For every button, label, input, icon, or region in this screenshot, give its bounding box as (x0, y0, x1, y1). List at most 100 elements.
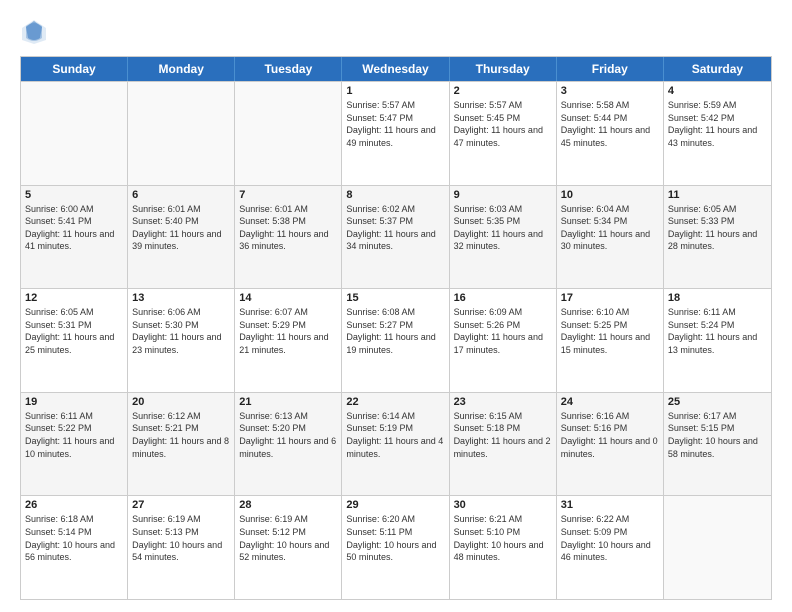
day-number: 22 (346, 396, 444, 408)
cal-cell-3-2: 21 Sunrise: 6:13 AM Sunset: 5:20 PM Dayli… (235, 393, 342, 496)
day-number: 11 (668, 189, 767, 201)
weekday-header-friday: Friday (557, 57, 664, 81)
cell-info: Sunrise: 6:07 AM Sunset: 5:29 PM Dayligh… (239, 306, 337, 356)
cal-cell-3-0: 19 Sunrise: 6:11 AM Sunset: 5:22 PM Dayli… (21, 393, 128, 496)
cal-cell-4-6 (664, 496, 771, 599)
cal-cell-1-4: 9Sunrise: 6:03 AM Sunset: 5:35 PM Daylig… (450, 186, 557, 289)
day-number: 8 (346, 189, 444, 201)
weekday-header-wednesday: Wednesday (342, 57, 449, 81)
day-number: 9 (454, 189, 552, 201)
day-number: 2 (454, 85, 552, 97)
cell-info: Sunrise: 6:00 AM Sunset: 5:41 PM Dayligh… (25, 203, 123, 253)
cal-cell-1-1: 6 Sunrise: 6:01 AM Sunset: 5:40 PM Daylig… (128, 186, 235, 289)
day-number: 12 (25, 292, 123, 304)
day-number: 27 (132, 499, 230, 511)
cell-info: Sunrise: 6:01 AM Sunset: 5:40 PM Dayligh… (132, 203, 230, 253)
calendar-header: SundayMondayTuesdayWednesdayThursdayFrid… (21, 57, 771, 81)
day-number: 23 (454, 396, 552, 408)
calendar-row-3: 19 Sunrise: 6:11 AM Sunset: 5:22 PM Dayli… (21, 392, 771, 496)
cell-info: Sunrise: 6:01 AM Sunset: 5:38 PM Dayligh… (239, 203, 337, 253)
cell-info: Sunrise: 5:58 AM Sunset: 5:44 PM Dayligh… (561, 99, 659, 149)
day-number: 14 (239, 292, 337, 304)
cell-info: Sunrise: 6:17 AM Sunset: 5:15 PM Dayligh… (668, 410, 767, 460)
header (20, 18, 772, 46)
cell-info: Sunrise: 6:08 AM Sunset: 5:27 PM Dayligh… (346, 306, 444, 356)
cell-info: Sunrise: 6:18 AM Sunset: 5:14 PM Dayligh… (25, 513, 123, 563)
cal-cell-1-0: 5Sunrise: 6:00 AM Sunset: 5:41 PM Daylig… (21, 186, 128, 289)
cal-cell-0-1 (128, 82, 235, 185)
day-number: 21 (239, 396, 337, 408)
cal-cell-4-3: 29 Sunrise: 6:20 AM Sunset: 5:11 PM Dayli… (342, 496, 449, 599)
calendar-row-1: 5Sunrise: 6:00 AM Sunset: 5:41 PM Daylig… (21, 185, 771, 289)
cell-info: Sunrise: 6:09 AM Sunset: 5:26 PM Dayligh… (454, 306, 552, 356)
cal-cell-1-5: 10Sunrise: 6:04 AM Sunset: 5:34 PM Dayli… (557, 186, 664, 289)
cell-info: Sunrise: 6:15 AM Sunset: 5:18 PM Dayligh… (454, 410, 552, 460)
cell-info: Sunrise: 6:12 AM Sunset: 5:21 PM Dayligh… (132, 410, 230, 460)
cell-info: Sunrise: 6:02 AM Sunset: 5:37 PM Dayligh… (346, 203, 444, 253)
day-number: 4 (668, 85, 767, 97)
day-number: 1 (346, 85, 444, 97)
cal-cell-2-4: 16 Sunrise: 6:09 AM Sunset: 5:26 PM Dayli… (450, 289, 557, 392)
day-number: 18 (668, 292, 767, 304)
cell-info: Sunrise: 6:11 AM Sunset: 5:24 PM Dayligh… (668, 306, 767, 356)
cal-cell-3-1: 20 Sunrise: 6:12 AM Sunset: 5:21 PM Dayli… (128, 393, 235, 496)
cell-info: Sunrise: 6:05 AM Sunset: 5:33 PM Dayligh… (668, 203, 767, 253)
cal-cell-2-6: 18 Sunrise: 6:11 AM Sunset: 5:24 PM Dayli… (664, 289, 771, 392)
weekday-header-thursday: Thursday (450, 57, 557, 81)
day-number: 28 (239, 499, 337, 511)
day-number: 31 (561, 499, 659, 511)
cal-cell-0-2 (235, 82, 342, 185)
cell-info: Sunrise: 6:22 AM Sunset: 5:09 PM Dayligh… (561, 513, 659, 563)
cal-cell-0-0 (21, 82, 128, 185)
cal-cell-3-3: 22Sunrise: 6:14 AM Sunset: 5:19 PM Dayli… (342, 393, 449, 496)
cell-info: Sunrise: 6:21 AM Sunset: 5:10 PM Dayligh… (454, 513, 552, 563)
day-number: 16 (454, 292, 552, 304)
cal-cell-1-6: 11 Sunrise: 6:05 AM Sunset: 5:33 PM Dayli… (664, 186, 771, 289)
logo-icon (20, 18, 48, 46)
cell-info: Sunrise: 6:13 AM Sunset: 5:20 PM Dayligh… (239, 410, 337, 460)
cal-cell-1-3: 8 Sunrise: 6:02 AM Sunset: 5:37 PM Daylig… (342, 186, 449, 289)
logo (20, 18, 52, 46)
cell-info: Sunrise: 5:59 AM Sunset: 5:42 PM Dayligh… (668, 99, 767, 149)
calendar-body: 1 Sunrise: 5:57 AM Sunset: 5:47 PM Daylig… (21, 81, 771, 599)
day-number: 3 (561, 85, 659, 97)
cal-cell-4-0: 26Sunrise: 6:18 AM Sunset: 5:14 PM Dayli… (21, 496, 128, 599)
cal-cell-4-4: 30 Sunrise: 6:21 AM Sunset: 5:10 PM Dayli… (450, 496, 557, 599)
cell-info: Sunrise: 6:06 AM Sunset: 5:30 PM Dayligh… (132, 306, 230, 356)
weekday-header-monday: Monday (128, 57, 235, 81)
cal-cell-3-6: 25Sunrise: 6:17 AM Sunset: 5:15 PM Dayli… (664, 393, 771, 496)
cal-cell-4-2: 28Sunrise: 6:19 AM Sunset: 5:12 PM Dayli… (235, 496, 342, 599)
cell-info: Sunrise: 6:05 AM Sunset: 5:31 PM Dayligh… (25, 306, 123, 356)
cal-cell-2-3: 15 Sunrise: 6:08 AM Sunset: 5:27 PM Dayli… (342, 289, 449, 392)
cell-info: Sunrise: 6:04 AM Sunset: 5:34 PM Dayligh… (561, 203, 659, 253)
calendar-row-4: 26Sunrise: 6:18 AM Sunset: 5:14 PM Dayli… (21, 495, 771, 599)
page: SundayMondayTuesdayWednesdayThursdayFrid… (0, 0, 792, 612)
day-number: 13 (132, 292, 230, 304)
day-number: 15 (346, 292, 444, 304)
cal-cell-2-2: 14 Sunrise: 6:07 AM Sunset: 5:29 PM Dayli… (235, 289, 342, 392)
cell-info: Sunrise: 5:57 AM Sunset: 5:47 PM Dayligh… (346, 99, 444, 149)
cal-cell-4-5: 31 Sunrise: 6:22 AM Sunset: 5:09 PM Dayli… (557, 496, 664, 599)
weekday-header-saturday: Saturday (664, 57, 771, 81)
cell-info: Sunrise: 6:16 AM Sunset: 5:16 PM Dayligh… (561, 410, 659, 460)
cal-cell-2-5: 17Sunrise: 6:10 AM Sunset: 5:25 PM Dayli… (557, 289, 664, 392)
calendar-row-2: 12 Sunrise: 6:05 AM Sunset: 5:31 PM Dayli… (21, 288, 771, 392)
day-number: 6 (132, 189, 230, 201)
weekday-header-sunday: Sunday (21, 57, 128, 81)
cal-cell-0-4: 2Sunrise: 5:57 AM Sunset: 5:45 PM Daylig… (450, 82, 557, 185)
cell-info: Sunrise: 6:20 AM Sunset: 5:11 PM Dayligh… (346, 513, 444, 563)
calendar-row-0: 1 Sunrise: 5:57 AM Sunset: 5:47 PM Daylig… (21, 81, 771, 185)
weekday-header-tuesday: Tuesday (235, 57, 342, 81)
day-number: 29 (346, 499, 444, 511)
calendar: SundayMondayTuesdayWednesdayThursdayFrid… (20, 56, 772, 600)
cal-cell-3-4: 23 Sunrise: 6:15 AM Sunset: 5:18 PM Dayli… (450, 393, 557, 496)
cal-cell-1-2: 7Sunrise: 6:01 AM Sunset: 5:38 PM Daylig… (235, 186, 342, 289)
cell-info: Sunrise: 6:11 AM Sunset: 5:22 PM Dayligh… (25, 410, 123, 460)
cal-cell-0-3: 1 Sunrise: 5:57 AM Sunset: 5:47 PM Daylig… (342, 82, 449, 185)
cal-cell-2-1: 13 Sunrise: 6:06 AM Sunset: 5:30 PM Dayli… (128, 289, 235, 392)
cal-cell-0-5: 3 Sunrise: 5:58 AM Sunset: 5:44 PM Daylig… (557, 82, 664, 185)
day-number: 30 (454, 499, 552, 511)
day-number: 19 (25, 396, 123, 408)
cal-cell-0-6: 4 Sunrise: 5:59 AM Sunset: 5:42 PM Daylig… (664, 82, 771, 185)
day-number: 20 (132, 396, 230, 408)
